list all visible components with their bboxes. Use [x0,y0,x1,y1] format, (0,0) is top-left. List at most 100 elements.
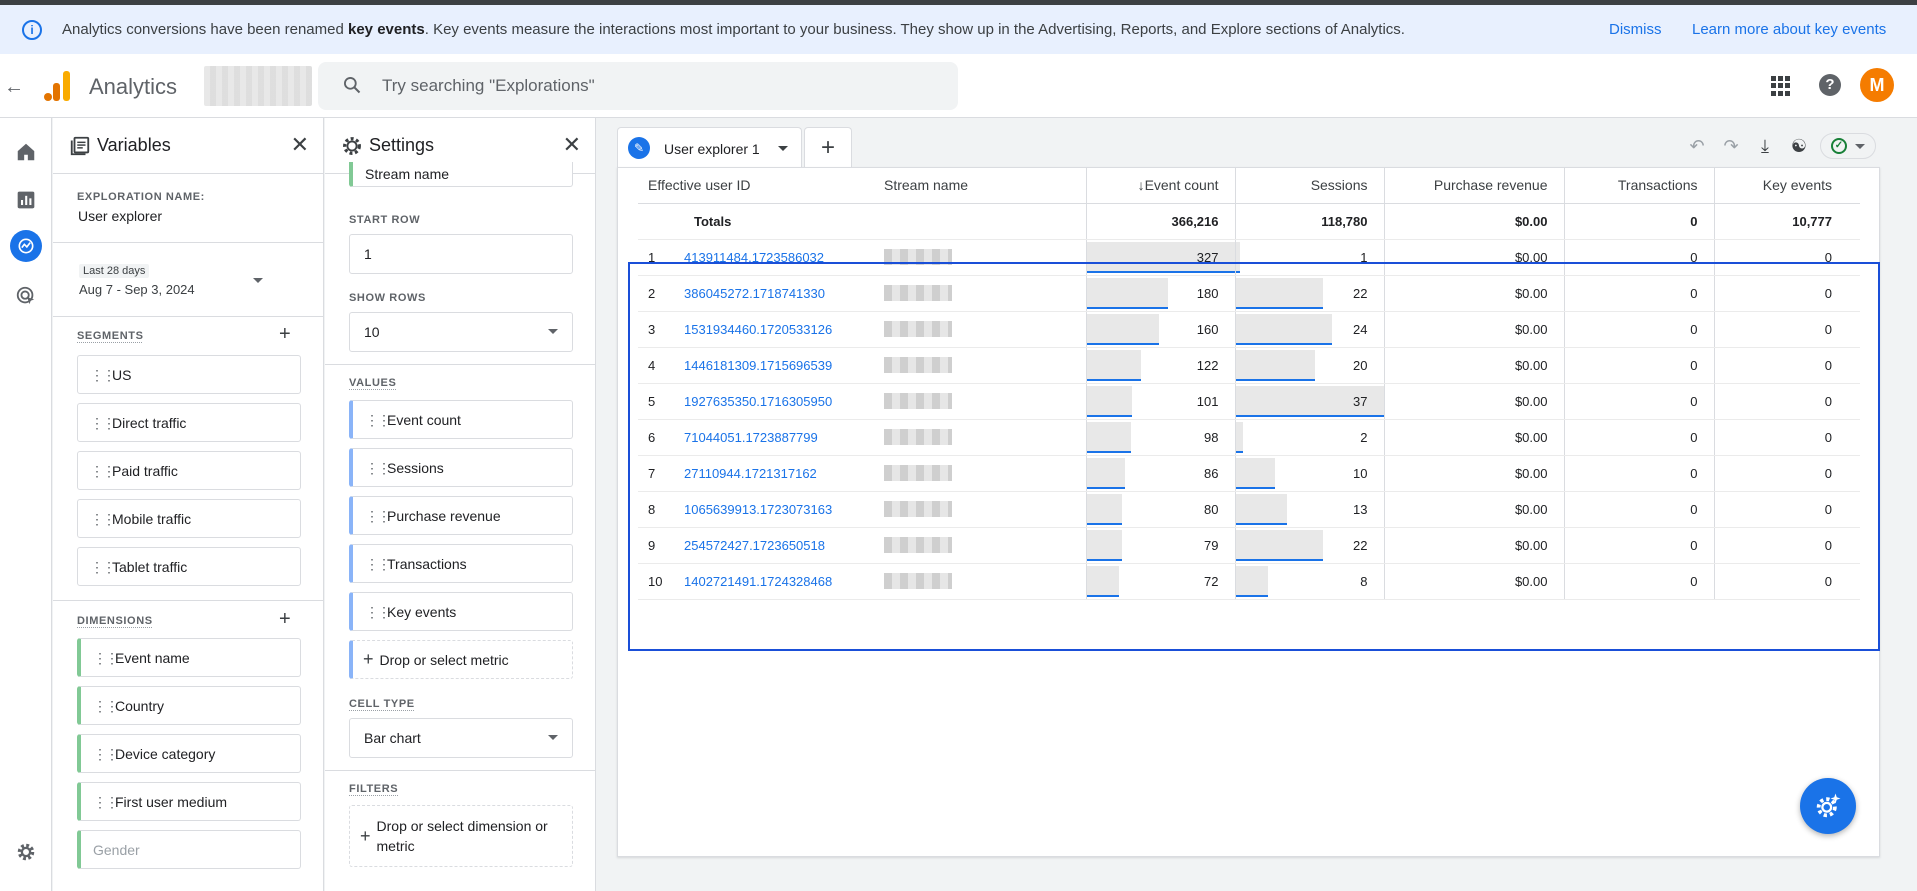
col-sessions[interactable]: Sessions [1234,168,1384,204]
table-row[interactable]: 3 1531934460.1720533126 160 24 $0.00 0 0 [638,311,1860,348]
dimension-chip-event-name[interactable]: ⋮⋮ Event name [77,638,301,677]
undo-icon[interactable]: ↶ [1680,136,1714,157]
col-transactions[interactable]: Transactions [1563,168,1714,204]
table-row[interactable]: 1 413911484.1723586032 327 1 $0.00 0 0 [638,239,1860,276]
search-input[interactable] [380,62,940,110]
dismiss-link[interactable]: Dismiss [1609,21,1662,38]
tab-user-explorer-1[interactable]: ✎ User explorer 1 [617,127,802,167]
drag-handle-icon[interactable]: ⋮⋮ [365,461,391,475]
drag-handle-icon[interactable]: ⋮⋮ [90,560,116,574]
drag-handle-icon[interactable]: ⋮⋮ [365,509,391,523]
drag-handle-icon[interactable]: ⋮⋮ [90,368,116,382]
col-key-events[interactable]: Key events [1713,168,1860,204]
reports-icon[interactable] [10,184,42,216]
value-chip-transactions[interactable]: ⋮⋮ Transactions [349,544,573,583]
cell-type-select[interactable]: Bar chart [349,718,573,758]
explore-icon[interactable] [10,230,42,262]
apps-grid-icon[interactable] [1771,76,1791,96]
search-box[interactable] [318,62,958,110]
col-purchase-revenue[interactable]: Purchase revenue [1383,168,1564,204]
stream-name-chip[interactable]: Stream name [349,162,573,187]
add-dimension-icon[interactable]: + [279,608,291,631]
drag-handle-icon[interactable]: ⋮⋮ [93,747,119,761]
col-effective-user-id[interactable]: Effective user ID [638,168,868,204]
key-events-cell: 0 [1713,419,1860,456]
table-row[interactable]: 9 254572427.1723650518 79 22 $0.00 0 0 [638,527,1860,564]
back-arrow-icon[interactable]: ← [4,76,24,99]
help-icon[interactable]: ? [1819,74,1841,96]
drag-handle-icon[interactable]: ⋮⋮ [93,795,119,809]
drop-metric-target[interactable]: + Drop or select metric [349,640,573,679]
user-id-link[interactable]: 386045272.1718741330 [684,286,825,301]
user-id-link[interactable]: 1065639913.1723073163 [684,502,832,517]
transactions-cell: 0 [1563,275,1714,312]
drag-handle-icon[interactable]: ⋮⋮ [93,699,119,713]
account-selector[interactable] [204,66,312,106]
value-chip-sessions[interactable]: ⋮⋮ Sessions [349,448,573,487]
advertising-icon[interactable] [10,280,42,312]
user-id-link[interactable]: 413911484.1723586032 [684,250,824,265]
col-event-count[interactable]: ↓Event count [1085,168,1235,204]
segment-chip-paid[interactable]: ⋮⋮ Paid traffic [77,451,301,490]
segment-chip-tablet[interactable]: ⋮⋮ Tablet traffic [77,547,301,586]
chevron-down-icon[interactable] [778,146,788,151]
table-row[interactable]: 7 27110944.1721317162 86 10 $0.00 0 0 [638,455,1860,492]
start-row-input[interactable]: 1 [349,234,573,274]
drag-handle-icon[interactable]: ⋮⋮ [90,464,116,478]
drag-handle-icon[interactable]: ⋮⋮ [365,557,391,571]
share-icon[interactable]: ☯ [1782,136,1816,157]
dimension-chip-first-user-medium[interactable]: ⋮⋮ First user medium [77,782,301,821]
table-row[interactable]: 5 1927635350.1716305950 101 37 $0.00 0 0 [638,383,1860,420]
user-id-link[interactable]: 1531934460.1720533126 [684,322,832,337]
table-row[interactable]: 6 71044051.1723887799 98 2 $0.00 0 0 [638,419,1860,456]
add-tab-button[interactable]: + [804,127,852,167]
segment-chip-mobile[interactable]: ⋮⋮ Mobile traffic [77,499,301,538]
download-icon[interactable]: ⤓ [1748,136,1782,157]
value-chip-event-count[interactable]: ⋮⋮ Event count [349,400,573,439]
user-id-link[interactable]: 27110944.1721317162 [684,466,817,481]
dimension-chip-country[interactable]: ⋮⋮ Country [77,686,301,725]
bar-value: 24 [1353,321,1368,337]
segment-chip-us[interactable]: ⋮⋮ US [77,355,301,394]
app-title[interactable]: Analytics [89,74,177,100]
table-row[interactable]: 8 1065639913.1723073163 80 13 $0.00 0 0 [638,491,1860,528]
col-stream-name[interactable]: Stream name [868,168,1086,204]
drag-handle-icon[interactable]: ⋮⋮ [90,416,116,430]
purchase-revenue-cell: $0.00 [1383,347,1564,384]
value-chip-purchase-revenue[interactable]: ⋮⋮ Purchase revenue [349,496,573,535]
drag-handle-icon[interactable]: ⋮⋮ [93,651,119,665]
drag-handle-icon[interactable]: ⋮⋮ [90,512,116,526]
analytics-logo-icon[interactable] [42,71,72,101]
add-segment-icon[interactable]: + [279,323,291,346]
bar-fill [1086,529,1123,561]
drag-handle-icon[interactable]: ⋮⋮ [365,605,391,619]
status-pill[interactable]: ✓ [1820,133,1876,159]
table-row[interactable]: 10 1402721491.1724328468 72 8 $0.00 0 0 [638,563,1860,600]
learn-more-link[interactable]: Learn more about key events [1692,21,1886,38]
user-id-link[interactable]: 1927635350.1716305950 [684,394,832,409]
table-row[interactable]: 2 386045272.1718741330 180 22 $0.00 0 0 [638,275,1860,312]
value-chip-key-events[interactable]: ⋮⋮ Key events [349,592,573,631]
user-id-link[interactable]: 1402721491.1724328468 [684,574,832,589]
user-id-link[interactable]: 1446181309.1715696539 [684,358,832,373]
drop-filter-target[interactable]: + Drop or select dimension or metric [349,805,573,867]
date-range-picker[interactable]: Last 28 days Aug 7 - Sep 3, 2024 [77,264,301,304]
user-id-link[interactable]: 71044051.1723887799 [684,430,818,445]
table-row[interactable]: 4 1446181309.1715696539 122 20 $0.00 0 0 [638,347,1860,384]
home-icon[interactable] [10,136,42,168]
insights-fab-button[interactable] [1800,778,1856,834]
avatar[interactable]: M [1860,68,1894,102]
dimension-chip-gender[interactable]: Gender [77,830,301,869]
admin-gear-icon[interactable] [10,836,42,868]
banner-message: Analytics conversions have been renamed … [62,21,1405,38]
drag-handle-icon[interactable]: ⋮⋮ [365,413,391,427]
event-count-cell: 79 [1085,527,1235,564]
dimension-chip-device-category[interactable]: ⋮⋮ Device category [77,734,301,773]
exploration-name-field[interactable]: User explorer [78,208,162,224]
close-settings-icon[interactable]: ✕ [563,134,581,156]
segment-chip-direct[interactable]: ⋮⋮ Direct traffic [77,403,301,442]
close-variables-icon[interactable]: ✕ [291,134,309,156]
user-id-link[interactable]: 254572427.1723650518 [684,538,825,553]
show-rows-select[interactable]: 10 [349,312,573,352]
redo-icon[interactable]: ↷ [1714,136,1748,157]
